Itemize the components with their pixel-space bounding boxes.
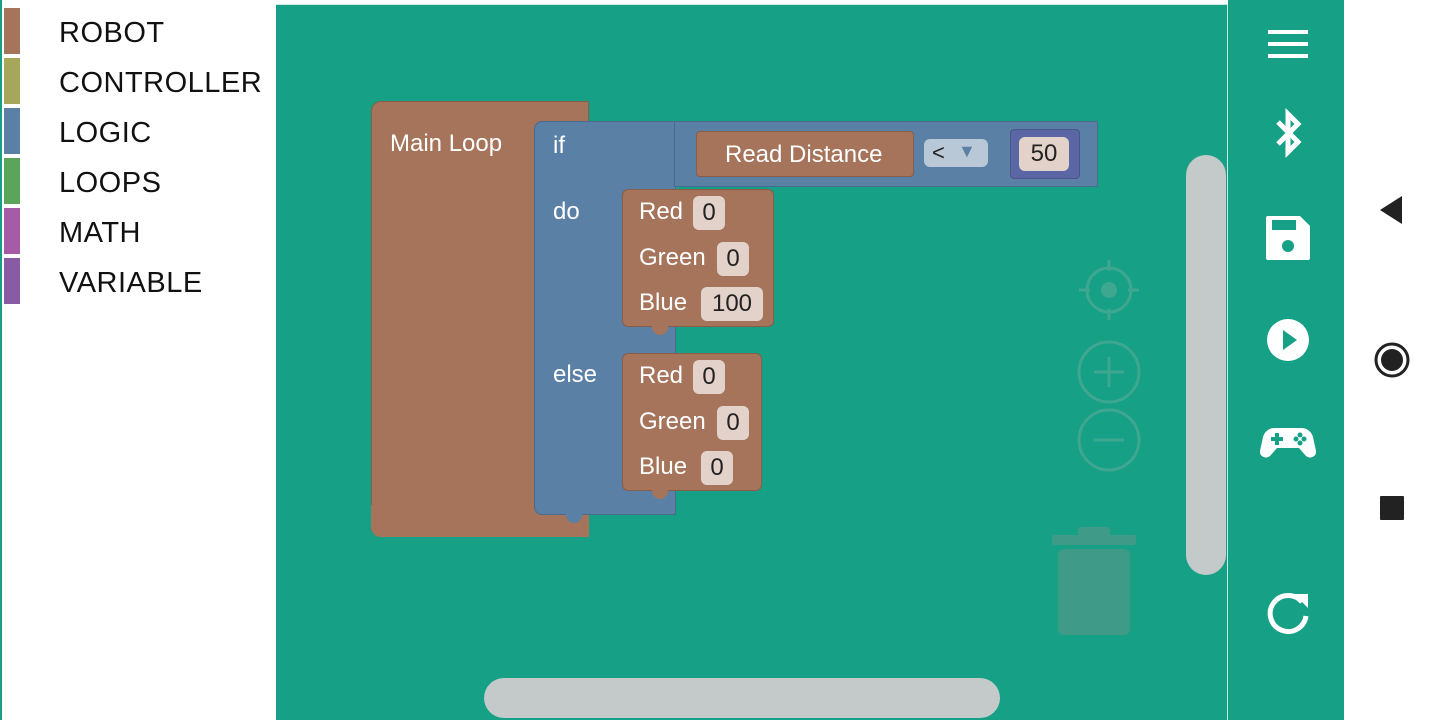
horizontal-scrollbar[interactable]	[484, 678, 1000, 718]
play-icon[interactable]	[1256, 308, 1320, 372]
gamepad-icon[interactable]	[1256, 410, 1320, 474]
read-distance-label: Read Distance	[725, 141, 883, 168]
do-label: do	[553, 198, 580, 225]
if-label: if	[553, 132, 565, 159]
red-value-field[interactable]: 0	[693, 196, 725, 230]
blue-value-field[interactable]: 100	[701, 287, 763, 321]
category-label: VARIABLE	[59, 267, 203, 299]
recenter-icon[interactable]	[1076, 257, 1142, 323]
green-value-field[interactable]: 0	[717, 406, 749, 440]
save-icon[interactable]	[1256, 206, 1320, 270]
red-label: Red	[639, 362, 684, 389]
blue-label: Blue	[639, 289, 688, 316]
green-value-field[interactable]: 0	[717, 242, 749, 276]
back-icon[interactable]	[1366, 184, 1418, 236]
recents-icon[interactable]	[1366, 482, 1418, 534]
read-distance-block[interactable]: Read Distance	[696, 131, 914, 177]
category-color-swatch	[4, 158, 20, 204]
red-value-field[interactable]: 0	[693, 360, 725, 394]
home-icon[interactable]	[1366, 334, 1418, 386]
category-color-swatch	[4, 258, 20, 304]
bluetooth-icon[interactable]	[1256, 102, 1320, 166]
category-variable[interactable]: VARIABLE	[2, 258, 276, 306]
category-label: MATH	[59, 217, 142, 249]
blue-label: Blue	[639, 453, 688, 480]
green-label: Green	[639, 244, 706, 271]
category-math[interactable]: MATH	[2, 208, 276, 256]
vertical-scrollbar[interactable]	[1186, 155, 1226, 575]
chevron-down-icon: ▼	[958, 141, 976, 161]
category-loops[interactable]: LOOPS	[2, 158, 276, 206]
red-label: Red	[639, 198, 684, 225]
green-label: Green	[639, 408, 706, 435]
set-led-block-do[interactable]: Red 0 Green 0 Blue 100	[622, 189, 774, 327]
zoom-out-icon[interactable]	[1076, 407, 1142, 473]
category-label: LOOPS	[59, 167, 162, 199]
category-label: ROBOT	[59, 17, 165, 49]
category-logic[interactable]: LOGIC	[2, 108, 276, 156]
number-field[interactable]: 50	[1019, 137, 1069, 171]
category-robot[interactable]: ROBOT	[2, 8, 276, 56]
blue-value-field[interactable]: 0	[701, 451, 733, 485]
number-block[interactable]: 50	[1010, 129, 1080, 179]
category-color-swatch	[4, 8, 20, 54]
category-color-swatch	[4, 108, 20, 154]
refresh-icon[interactable]	[1256, 582, 1320, 646]
else-label: else	[553, 361, 598, 388]
app-toolbar	[1228, 0, 1344, 720]
set-led-block-else[interactable]: Red 0 Green 0 Blue 0	[622, 353, 762, 491]
category-label: CONTROLLER	[59, 67, 263, 99]
menu-icon[interactable]	[1256, 12, 1320, 76]
operator-value: <	[932, 140, 945, 165]
category-color-swatch	[4, 58, 20, 104]
trash-icon[interactable]	[1050, 525, 1138, 637]
category-controller[interactable]: CONTROLLER	[2, 58, 276, 106]
main-loop-label: Main Loop	[390, 130, 503, 157]
zoom-in-icon[interactable]	[1076, 339, 1142, 405]
category-label: LOGIC	[59, 117, 152, 149]
block-workspace[interactable]: Main Loop if do else Read Distance < ▼ 5…	[276, 4, 1228, 720]
category-color-swatch	[4, 208, 20, 254]
category-toolbox: ROBOT CONTROLLER LOGIC LOOPS MATH VARIAB…	[0, 0, 276, 720]
compare-operator-dropdown[interactable]: < ▼	[924, 139, 988, 167]
system-navigation-bar	[1344, 0, 1440, 720]
